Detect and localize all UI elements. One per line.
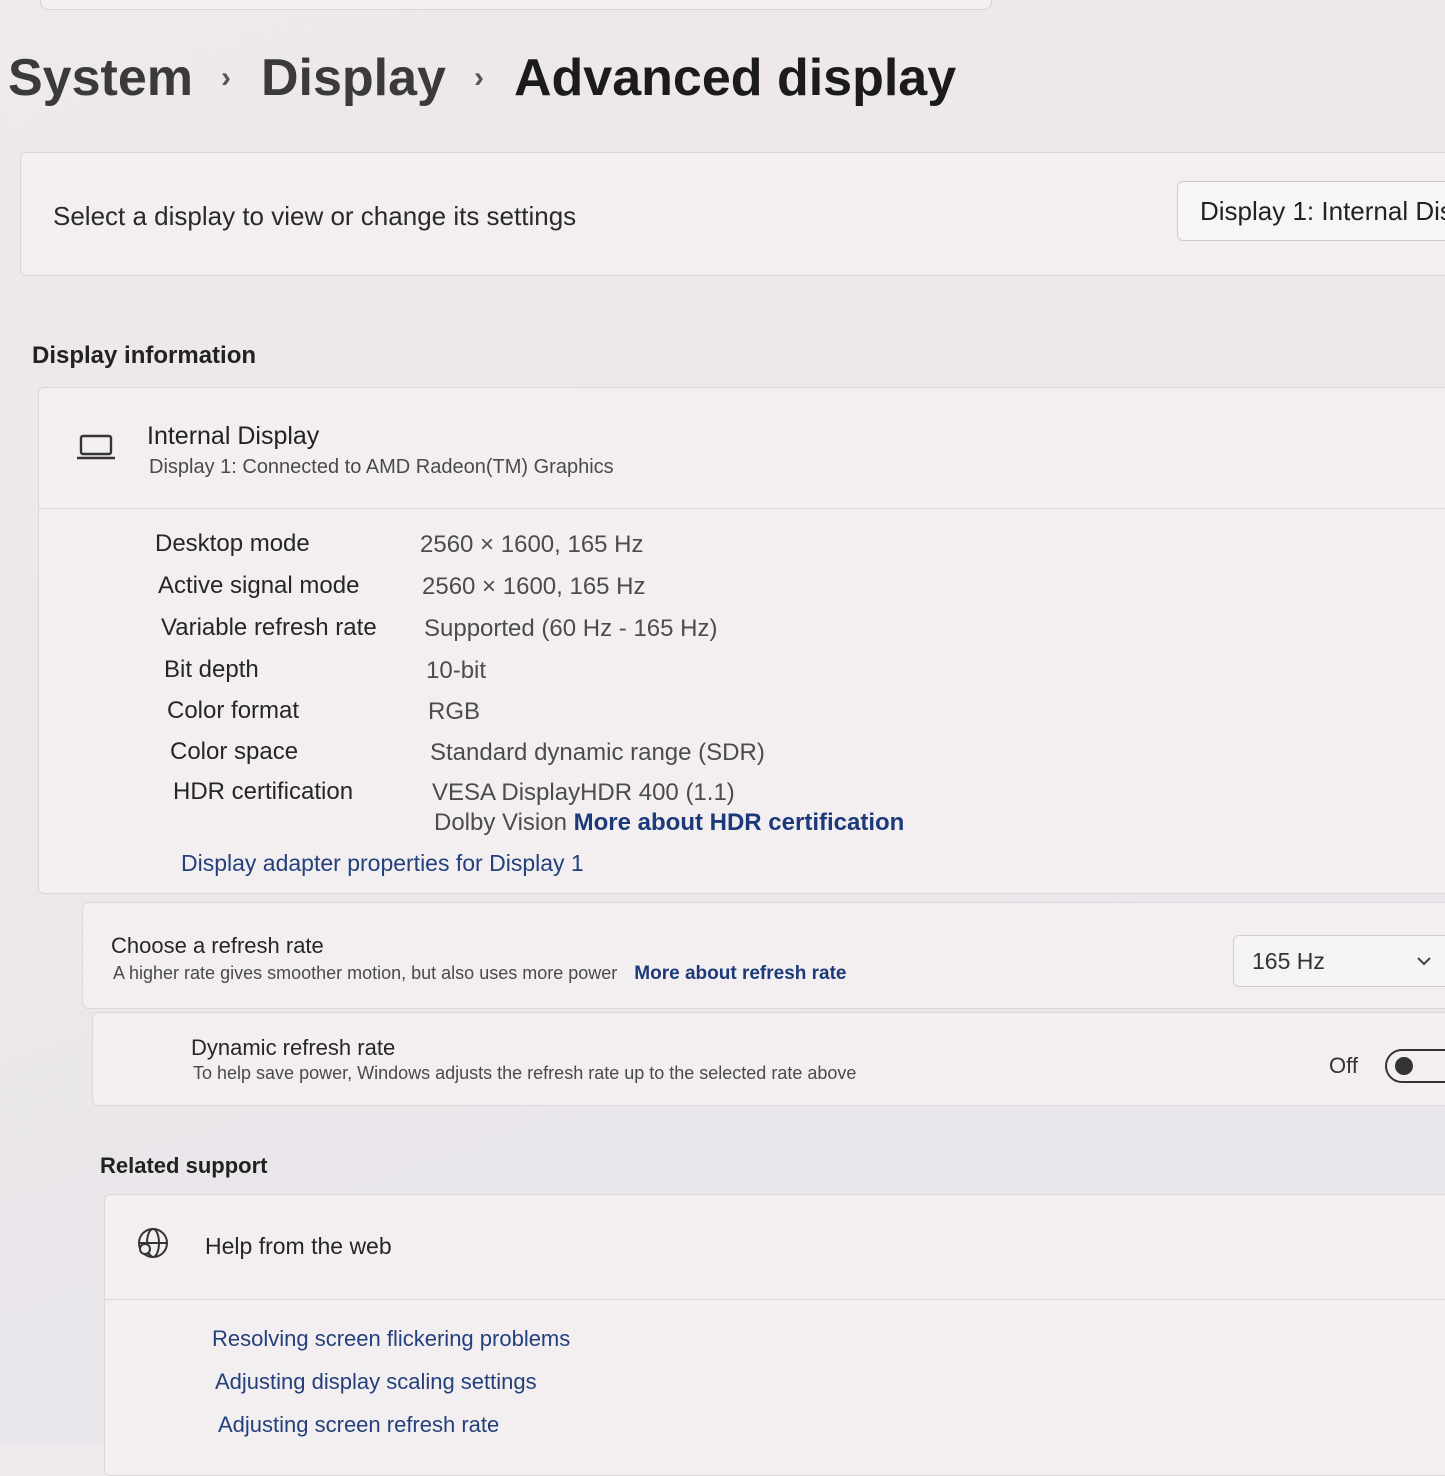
- display-name: Internal Display: [147, 422, 320, 450]
- help-from-web-label: Help from the web: [205, 1233, 392, 1259]
- help-from-web-header[interactable]: Help from the web: [105, 1195, 1445, 1300]
- refresh-rate-subtitle: A higher rate gives smoother motion, but…: [113, 963, 618, 983]
- row-label-active-signal-mode: Active signal mode: [158, 572, 360, 599]
- hdr-dolby-vision: Dolby Vision: [434, 809, 567, 836]
- dynamic-refresh-title: Dynamic refresh rate: [191, 1035, 396, 1060]
- refresh-rate-value: 165 Hz: [1252, 948, 1325, 974]
- display-select-value: Display 1: Internal Dis: [1200, 196, 1445, 226]
- dynamic-refresh-toggle[interactable]: [1385, 1049, 1445, 1083]
- refresh-rate-more-link[interactable]: More about refresh rate: [634, 963, 846, 984]
- support-link-scaling[interactable]: Adjusting display scaling settings: [215, 1369, 537, 1395]
- dynamic-refresh-card: Dynamic refresh rate To help save power,…: [92, 1012, 1445, 1106]
- row-value-color-space: Standard dynamic range (SDR): [430, 739, 765, 766]
- row-label-hdr-certification: HDR certification: [173, 778, 354, 805]
- refresh-rate-dropdown[interactable]: 165 Hz: [1233, 935, 1445, 987]
- display-connection: Display 1: Connected to AMD Radeon(TM) G…: [149, 456, 614, 478]
- page-title: Advanced display: [513, 49, 957, 107]
- row-label-color-space: Color space: [170, 738, 299, 765]
- related-support-card: Help from the web Resolving screen flick…: [104, 1194, 1445, 1476]
- row-value-color-format: RGB: [428, 698, 481, 725]
- laptop-icon: [77, 434, 115, 467]
- dynamic-refresh-state: Off: [1329, 1053, 1358, 1078]
- display-information-header: Internal Display Display 1: Connected to…: [39, 388, 1445, 509]
- row-label-desktop-mode: Desktop mode: [155, 530, 310, 557]
- row-value-variable-refresh-rate: Supported (60 Hz - 165 Hz): [424, 615, 718, 642]
- display-adapter-properties-link[interactable]: Display adapter properties for Display 1: [181, 850, 584, 877]
- breadcrumb-display[interactable]: Display: [261, 48, 446, 108]
- refresh-rate-description: A higher rate gives smoother motion, but…: [113, 963, 847, 985]
- display-information-heading: Display information: [32, 342, 257, 369]
- breadcrumb-system[interactable]: System: [8, 48, 193, 108]
- breadcrumb: System › Display › Advanced display: [8, 48, 956, 108]
- row-label-variable-refresh-rate: Variable refresh rate: [161, 614, 377, 641]
- related-support-heading: Related support: [100, 1153, 268, 1178]
- display-select-label: Select a display to view or change its s…: [53, 201, 577, 231]
- breadcrumb-chevron-icon: ›: [473, 61, 484, 94]
- hdr-extra-line: Dolby Vision More about HDR certificatio…: [434, 809, 904, 837]
- toggle-knob: [1395, 1057, 1413, 1075]
- dynamic-refresh-description: To help save power, Windows adjusts the …: [193, 1063, 857, 1083]
- hdr-more-link[interactable]: More about HDR certification: [574, 809, 905, 836]
- globe-icon: [135, 1227, 173, 1266]
- refresh-rate-title: Choose a refresh rate: [111, 933, 324, 958]
- display-select-dropdown[interactable]: Display 1: Internal Dis: [1177, 181, 1445, 241]
- display-information-card: Internal Display Display 1: Connected to…: [38, 387, 1445, 894]
- row-value-desktop-mode: 2560 × 1600, 165 Hz: [420, 531, 644, 558]
- top-search-box-edge: [40, 0, 992, 10]
- breadcrumb-chevron-icon: ›: [221, 61, 231, 94]
- support-link-refresh-rate[interactable]: Adjusting screen refresh rate: [218, 1412, 499, 1438]
- row-value-bit-depth: 10-bit: [426, 657, 487, 684]
- row-label-color-format: Color format: [167, 697, 300, 724]
- display-select-card: Select a display to view or change its s…: [20, 152, 1445, 276]
- support-link-flickering[interactable]: Resolving screen flickering problems: [212, 1326, 570, 1352]
- chevron-down-icon: [1416, 950, 1432, 971]
- row-value-active-signal-mode: 2560 × 1600, 165 Hz: [422, 573, 646, 600]
- row-label-bit-depth: Bit depth: [164, 656, 259, 683]
- refresh-rate-card: Choose a refresh rate A higher rate give…: [82, 902, 1445, 1009]
- row-value-hdr-certification: VESA DisplayHDR 400 (1.1): [432, 779, 735, 806]
